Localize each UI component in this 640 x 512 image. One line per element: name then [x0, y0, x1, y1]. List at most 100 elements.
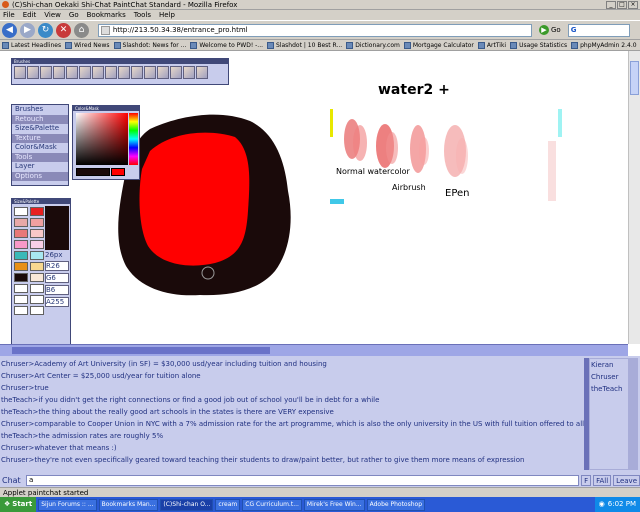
palette-swatch[interactable] [14, 262, 28, 271]
green-value[interactable]: G6 [45, 273, 69, 283]
maximize-button[interactable]: □ [617, 0, 627, 9]
menu-bookmarks[interactable]: Bookmarks [87, 11, 126, 19]
hue-slider[interactable] [129, 113, 138, 165]
user-item[interactable]: Kieran [590, 359, 628, 371]
bookmark-item[interactable]: Wired News [65, 41, 110, 49]
palette-swatch[interactable] [14, 251, 28, 260]
reload-icon[interactable]: ↻ [38, 22, 53, 38]
f-button[interactable]: F [581, 474, 592, 486]
menu-options[interactable]: Options [12, 171, 68, 181]
bookmark-item[interactable]: phpMyAdmin 2.4.0 [571, 41, 637, 49]
brush-tool-icon[interactable] [183, 66, 195, 79]
palette-swatch[interactable] [30, 306, 44, 315]
scroll-thumb[interactable] [12, 347, 270, 354]
brushes-panel[interactable]: Brushes [11, 58, 229, 85]
canvas-horizontal-scrollbar[interactable] [0, 344, 628, 356]
bookmark-item[interactable]: Usage Statistics [510, 41, 567, 49]
brush-tool-icon[interactable] [131, 66, 143, 79]
size-palette-panel[interactable]: Size&Palette 26px R26 G6 B6 A255 [11, 198, 71, 356]
taskbar-item[interactable]: cream [215, 498, 241, 511]
home-icon[interactable]: ⌂ [74, 22, 89, 38]
tool-menu-panel[interactable]: Brushes Retouch Size&Palette Texture Col… [11, 104, 69, 186]
palette-swatch[interactable] [30, 251, 44, 260]
brush-tool-icon[interactable] [53, 66, 65, 79]
search-box[interactable]: G [567, 23, 630, 37]
brush-tool-icon[interactable] [105, 66, 117, 79]
fall-button[interactable]: FAll [593, 474, 612, 486]
close-button[interactable]: × [628, 0, 638, 9]
bookmark-item[interactable]: ArtTiki [477, 41, 506, 49]
menu-color-mask[interactable]: Color&Mask [12, 143, 68, 153]
palette-swatch[interactable] [30, 262, 44, 271]
brush-tool-icon[interactable] [157, 66, 169, 79]
brush-tool-icon[interactable] [27, 66, 39, 79]
menu-tools[interactable]: Tools [12, 152, 68, 162]
bookmark-item[interactable]: Slashdot: News for ... [113, 41, 186, 49]
bookmark-item[interactable]: Latest Headlines [2, 41, 61, 49]
menu-file[interactable]: File [3, 11, 15, 19]
palette-swatch[interactable] [14, 284, 28, 293]
menu-help[interactable]: Help [159, 11, 175, 19]
brush-tool-icon[interactable] [170, 66, 182, 79]
user-list-scrollbar[interactable] [629, 358, 638, 470]
taskbar-item[interactable]: Sijun Forums :: ... [38, 498, 97, 511]
bookmark-item[interactable]: Slashdot | 10 Best R... [267, 41, 342, 49]
brush-tool-icon[interactable] [79, 66, 91, 79]
menu-texture[interactable]: Texture [12, 133, 68, 143]
palette-swatch[interactable] [14, 295, 28, 304]
url-input[interactable] [112, 26, 531, 34]
bookmark-item[interactable]: Dictionary.com [346, 41, 400, 49]
taskbar-item[interactable]: Adobe Photoshop [366, 498, 426, 511]
paint-canvas-area[interactable]: water2 + Normal watercolor Airbrush EPen… [0, 51, 628, 356]
menu-edit[interactable]: Edit [23, 11, 37, 19]
palette-swatch[interactable] [30, 207, 44, 216]
taskbar-item[interactable]: Bookmarks Man... [98, 498, 159, 511]
palette-swatch[interactable] [14, 240, 28, 249]
brush-tool-icon[interactable] [196, 66, 208, 79]
back-arrow-icon[interactable]: ◀ [2, 22, 17, 38]
palette-swatch[interactable] [14, 207, 28, 216]
brush-tool-icon[interactable] [14, 66, 26, 79]
palette-swatch[interactable] [14, 229, 28, 238]
menu-tools[interactable]: Tools [134, 11, 151, 19]
palette-swatch[interactable] [14, 273, 28, 282]
user-item[interactable]: theTeach [590, 383, 628, 395]
palette-swatch[interactable] [30, 229, 44, 238]
forward-arrow-icon[interactable]: ▶ [20, 22, 35, 38]
alpha-value[interactable]: A255 [45, 297, 69, 307]
scroll-thumb[interactable] [630, 61, 639, 95]
color-picker-square[interactable] [76, 113, 128, 165]
menu-size-palette[interactable]: Size&Palette [12, 124, 68, 134]
menu-layer[interactable]: Layer [12, 162, 68, 172]
menu-view[interactable]: View [44, 11, 61, 19]
palette-swatch[interactable] [30, 273, 44, 282]
start-button[interactable]: ❖ Start [0, 497, 37, 512]
palette-swatch[interactable] [14, 306, 28, 315]
go-button[interactable]: ▶ Go [539, 25, 561, 35]
brush-tool-icon[interactable] [92, 66, 104, 79]
palette-swatch[interactable] [30, 240, 44, 249]
menu-retouch[interactable]: Retouch [12, 114, 68, 124]
minimize-button[interactable]: _ [606, 0, 616, 9]
stop-icon[interactable]: ✕ [56, 22, 71, 38]
bookmark-item[interactable]: Welcome to PWD! -... [190, 41, 263, 49]
taskbar-item[interactable]: (C)Shi-chan O... [160, 498, 214, 511]
color-mask-panel[interactable]: Color&Mask [72, 105, 140, 180]
leave-button[interactable]: Leave [613, 474, 640, 486]
taskbar-item[interactable]: CG Curriculum.t... [242, 498, 302, 511]
canvas-vertical-scrollbar[interactable] [628, 51, 640, 344]
brush-tool-icon[interactable] [144, 66, 156, 79]
brush-tool-icon[interactable] [118, 66, 130, 79]
address-bar[interactable] [98, 23, 532, 37]
palette-swatch[interactable] [30, 295, 44, 304]
tray-icon[interactable]: ◉ [599, 497, 605, 512]
palette-swatch[interactable] [14, 218, 28, 227]
blue-value[interactable]: B6 [45, 285, 69, 295]
user-item[interactable]: Chruser [590, 371, 628, 383]
chat-input[interactable] [26, 474, 580, 486]
drawing-canvas[interactable]: water2 + Normal watercolor Airbrush EPen [0, 51, 628, 344]
bookmark-item[interactable]: Mortgage Calculator [403, 41, 474, 49]
brush-tool-icon[interactable] [66, 66, 78, 79]
red-value[interactable]: R26 [45, 261, 69, 271]
brush-tool-icon[interactable] [40, 66, 52, 79]
